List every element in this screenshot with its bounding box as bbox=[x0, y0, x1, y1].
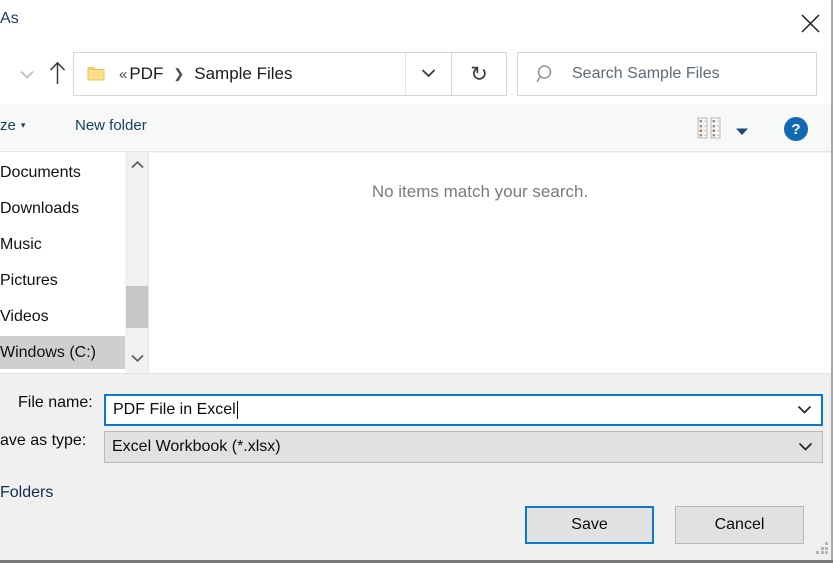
sidebar-item-music[interactable]: Music bbox=[0, 228, 125, 261]
resize-grip[interactable] bbox=[816, 542, 829, 555]
save-as-type-select[interactable]: Excel Workbook (*.xlsx) bbox=[104, 431, 823, 463]
file-name-value: PDF File in Excel bbox=[113, 401, 236, 418]
address-overflow-chevrons[interactable]: « bbox=[119, 66, 127, 83]
organize-label: ze bbox=[0, 117, 16, 134]
arrow-up-icon bbox=[49, 61, 66, 90]
navigation-pane: Documents Downloads Music Pictures Video… bbox=[0, 152, 125, 373]
sidebar-item-videos[interactable]: Videos bbox=[0, 300, 125, 333]
sidebar-item-label: Pictures bbox=[0, 271, 58, 289]
chevron-down-icon: ▾ bbox=[20, 120, 26, 130]
refresh-button[interactable]: ↻ bbox=[452, 52, 507, 96]
scrollbar-thumb[interactable] bbox=[126, 286, 148, 328]
file-list-pane[interactable]: No items match your search. bbox=[152, 152, 833, 372]
breadcrumb-item-sample-files[interactable]: Sample Files bbox=[192, 64, 294, 84]
sidebar-item-label: Documents bbox=[0, 163, 81, 181]
search-icon bbox=[536, 64, 556, 84]
sidebar-item-downloads[interactable]: Downloads bbox=[0, 192, 125, 225]
save-as-type-value: Excel Workbook (*.xlsx) bbox=[112, 438, 281, 455]
command-toolbar: ze ▾ New folder ? bbox=[0, 104, 833, 152]
refresh-icon: ↻ bbox=[470, 62, 488, 86]
title-bar: As bbox=[0, 0, 833, 46]
file-name-label: File name: bbox=[18, 394, 93, 411]
save-as-dialog: As « PDF ❯ Sample Files ↻ Search Sample … bbox=[0, 0, 833, 563]
hide-folders-button[interactable]: Folders bbox=[0, 484, 53, 502]
empty-state-message: No items match your search. bbox=[371, 182, 589, 201]
new-folder-button[interactable]: New folder bbox=[75, 117, 147, 134]
view-details-icon[interactable] bbox=[697, 116, 723, 140]
breadcrumb-item-pdf[interactable]: PDF bbox=[127, 64, 165, 84]
chevron-up-icon bbox=[130, 156, 144, 174]
organize-button[interactable]: ze ▾ bbox=[0, 117, 25, 134]
up-one-level-button[interactable] bbox=[44, 60, 70, 90]
breadcrumb-separator-icon[interactable]: ❯ bbox=[165, 66, 192, 82]
save-as-type-label: ave as type: bbox=[0, 432, 87, 449]
address-dropdown-button[interactable] bbox=[405, 53, 451, 95]
sidebar-item-label: Videos bbox=[0, 307, 49, 325]
page-title: As bbox=[0, 10, 19, 27]
chevron-down-icon bbox=[20, 66, 34, 84]
file-name-input[interactable]: PDF File in Excel bbox=[104, 394, 823, 426]
scroll-down-button[interactable] bbox=[125, 347, 149, 369]
recent-locations-button[interactable] bbox=[16, 64, 38, 86]
sidebar-item-pictures[interactable]: Pictures bbox=[0, 264, 125, 297]
help-button[interactable]: ? bbox=[784, 117, 808, 141]
chevron-down-icon bbox=[797, 401, 812, 419]
browser-body: Documents Downloads Music Pictures Video… bbox=[0, 152, 833, 373]
file-name-dropdown-button[interactable] bbox=[787, 396, 821, 424]
sidebar-item-label: Windows (C:) bbox=[0, 343, 97, 361]
help-icon: ? bbox=[791, 120, 801, 138]
chevron-down-icon bbox=[130, 349, 144, 367]
close-icon bbox=[800, 13, 821, 34]
chevron-down-icon bbox=[421, 65, 436, 83]
chevron-down-icon bbox=[735, 123, 749, 140]
cancel-button[interactable]: Cancel bbox=[675, 506, 804, 544]
save-button[interactable]: Save bbox=[525, 506, 654, 544]
sidebar-item-documents[interactable]: Documents bbox=[0, 156, 125, 189]
sidebar-item-label: Downloads bbox=[0, 199, 80, 217]
close-button[interactable] bbox=[787, 0, 833, 46]
save-as-type-dropdown-button[interactable] bbox=[788, 432, 822, 462]
navigation-bar: « PDF ❯ Sample Files ↻ Search Sample Fil… bbox=[0, 46, 833, 104]
address-bar[interactable]: « PDF ❯ Sample Files bbox=[73, 52, 452, 96]
scroll-up-button[interactable] bbox=[125, 154, 149, 176]
folder-icon bbox=[87, 65, 105, 83]
sidebar-item-windows-c[interactable]: Windows (C:) bbox=[0, 336, 125, 369]
chevron-down-icon bbox=[798, 438, 813, 456]
view-mode-dropdown-button[interactable] bbox=[735, 123, 749, 141]
sidebar-item-label: Music bbox=[0, 235, 42, 253]
text-cursor bbox=[236, 401, 238, 419]
sidebar-scrollbar[interactable] bbox=[125, 152, 149, 373]
search-input[interactable]: Search Sample Files bbox=[572, 65, 720, 83]
search-box[interactable]: Search Sample Files bbox=[517, 52, 817, 96]
